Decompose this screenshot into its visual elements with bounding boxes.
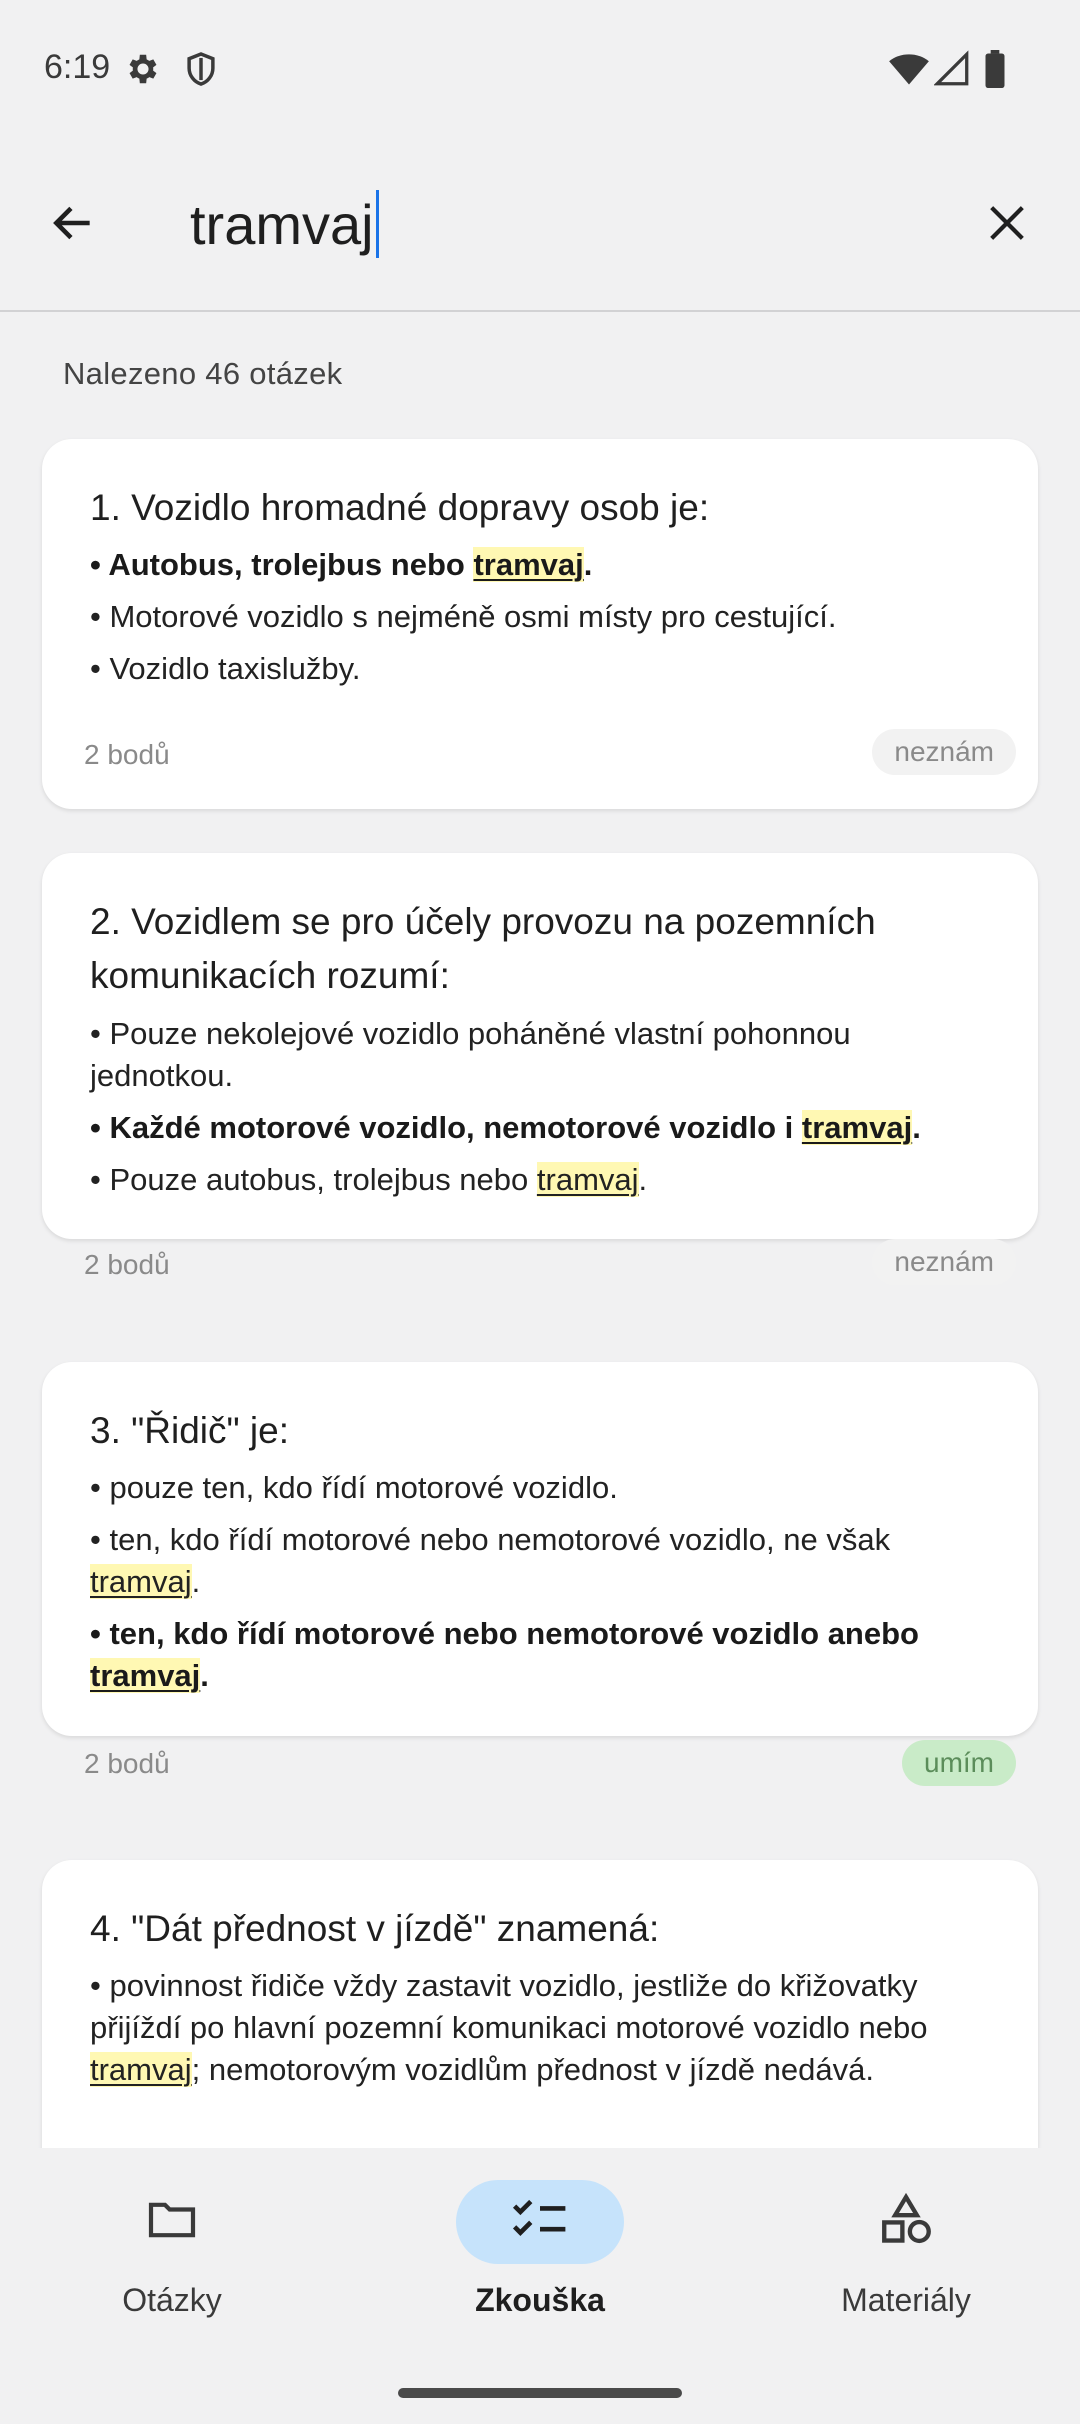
search-highlight: tramvaj <box>473 547 584 582</box>
question-title: 2. Vozidlem se pro účely provozu na poze… <box>90 901 876 996</box>
gear-icon <box>124 50 162 93</box>
answer-option: • Každé motorové vozidlo, nemotorové voz… <box>90 1110 921 1145</box>
nav-item-otazky[interactable]: Otázky <box>42 2180 302 2319</box>
search-highlight: tramvaj <box>801 1110 913 1145</box>
search-highlight: tramvaj <box>90 2052 192 2087</box>
answer-option: • povinnost řidiče vždy zastavit vozidlo… <box>90 1968 928 2087</box>
battery-icon <box>984 50 1006 93</box>
question-card[interactable]: 2. Vozidlem se pro účely provozu na poze… <box>42 853 1038 1285</box>
search-bar: tramvaj <box>0 140 1080 312</box>
checklist-icon <box>510 2192 570 2253</box>
back-button[interactable] <box>38 190 108 260</box>
answer-option: • pouze ten, kdo řídí motorové vozidlo. <box>90 1470 618 1505</box>
answer-option: • Motorové vozidlo s nejméně osmi místy … <box>90 599 837 634</box>
results-list[interactable]: 1. Vozidlo hromadné dopravy osob je: • A… <box>0 420 1080 2148</box>
status-badge: neznám <box>872 729 1016 775</box>
answer-option: • ten, kdo řídí motorové nebo nemotorové… <box>90 1616 919 1693</box>
answer-option: • Pouze autobus, trolejbus nebo tramvaj. <box>90 1162 648 1197</box>
close-icon <box>984 200 1030 251</box>
nav-pill <box>88 2180 256 2264</box>
search-input[interactable]: tramvaj <box>190 188 379 260</box>
bottom-navigation: Otázky Zkouška Materiály <box>0 2148 1080 2424</box>
status-bar: 6:19 <box>0 0 1080 140</box>
clear-search-button[interactable] <box>972 190 1042 260</box>
answer-option: • Autobus, trolejbus nebo tramvaj. <box>90 547 593 582</box>
points-label: 2 bodů <box>84 1249 170 1280</box>
cellular-signal-icon <box>933 50 970 93</box>
answer-option: • ten, kdo řídí motorové nebo nemotorové… <box>90 1522 891 1599</box>
results-count: Nalezeno 46 otázek <box>63 356 343 391</box>
nav-label: Zkouška <box>475 2282 605 2318</box>
nav-pill <box>822 2180 990 2264</box>
answer-option: • Pouze nekolejové vozidlo poháněné vlas… <box>90 1016 851 1093</box>
arrow-left-icon <box>48 198 98 253</box>
question-card[interactable]: 1. Vozidlo hromadné dopravy osob je: • A… <box>42 439 1038 809</box>
search-highlight: tramvaj <box>90 1658 201 1693</box>
question-title: 4. "Dát přednost v jízdě" znamená: <box>90 1908 660 1949</box>
home-indicator[interactable] <box>398 2388 682 2398</box>
search-highlight: tramvaj <box>90 1564 192 1599</box>
question-card[interactable]: 3. "Řidič" je: • pouze ten, kdo řídí mot… <box>42 1362 1038 1786</box>
nav-label: Otázky <box>122 2282 222 2318</box>
search-highlight: tramvaj <box>536 1162 639 1197</box>
status-badge: neznám <box>872 1239 1016 1285</box>
points-label: 2 bodů <box>84 1748 170 1779</box>
text-cursor <box>375 190 379 258</box>
answer-option: • Vozidlo taxislužby. <box>90 651 361 686</box>
wifi-icon <box>888 50 930 93</box>
shield-icon <box>182 50 220 93</box>
question-title: 1. Vozidlo hromadné dopravy osob je: <box>90 487 710 528</box>
shapes-icon <box>877 2191 935 2254</box>
nav-item-materialy[interactable]: Materiály <box>776 2180 1036 2319</box>
question-card[interactable]: 4. "Dát přednost v jízdě" znamená: • pov… <box>42 1860 1038 2148</box>
points-label: 2 bodů <box>84 739 170 770</box>
nav-item-zkouska[interactable]: Zkouška <box>410 2180 670 2319</box>
search-query-text: tramvaj <box>190 192 374 256</box>
nav-label: Materiály <box>841 2282 971 2318</box>
question-title: 3. "Řidič" je: <box>90 1410 290 1451</box>
status-badge: umím <box>902 1740 1016 1786</box>
status-time: 6:19 <box>44 48 111 86</box>
folder-icon <box>144 2192 200 2253</box>
nav-pill-active <box>456 2180 624 2264</box>
